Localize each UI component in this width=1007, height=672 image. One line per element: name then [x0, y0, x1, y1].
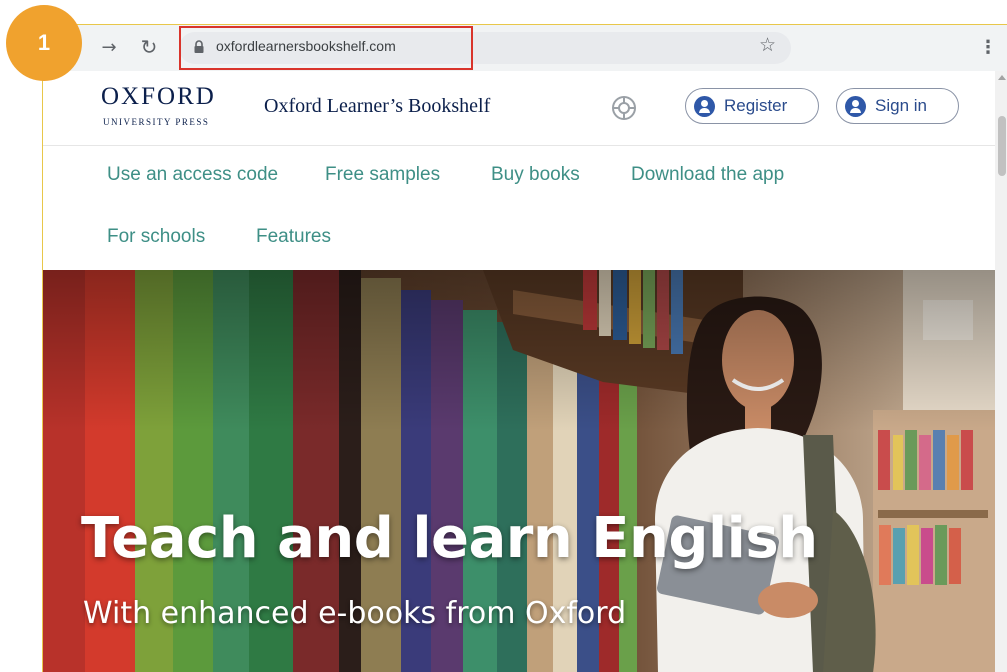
nav-buy-books[interactable]: Buy books — [491, 164, 580, 186]
web-page: OXFORD UNIVERSITY PRESS Oxford Learner’s… — [43, 71, 995, 672]
nav-features[interactable]: Features — [256, 226, 331, 248]
main-nav: Use an access code Free samples Buy book… — [43, 146, 995, 269]
site-title[interactable]: Oxford Learner’s Bookshelf — [264, 95, 490, 118]
step-badge: 1 — [6, 5, 82, 81]
browser-toolbar: → ↻ oxfordlearnersbookshelf.com ☆ ⋮ — [43, 25, 1007, 71]
scroll-up-arrow-icon[interactable] — [998, 75, 1006, 80]
oxford-logo-subtitle: UNIVERSITY PRESS — [103, 117, 210, 127]
nav-for-schools[interactable]: For schools — [107, 226, 205, 248]
back-arrow-icon[interactable]: → — [95, 33, 123, 61]
user-icon — [694, 95, 715, 117]
register-label: Register — [724, 96, 788, 115]
nav-free-samples[interactable]: Free samples — [325, 164, 440, 186]
hero-banner: Teach and learn English With enhanced e-… — [43, 270, 995, 672]
hero-title: Teach and learn English — [81, 506, 818, 571]
browser-window: → ↻ oxfordlearnersbookshelf.com ☆ ⋮ OXFO… — [42, 24, 1007, 672]
kebab-menu-icon[interactable]: ⋮ — [979, 37, 997, 58]
page-scrollbar[interactable] — [995, 71, 1007, 672]
oxford-logo[interactable]: OXFORD — [101, 83, 216, 111]
scroll-thumb[interactable] — [998, 116, 1006, 176]
reload-icon[interactable]: ↻ — [135, 33, 163, 61]
register-button[interactable]: Register — [685, 88, 819, 124]
user-icon — [845, 95, 866, 117]
nav-use-access-code[interactable]: Use an access code — [107, 164, 278, 186]
sign-in-button[interactable]: Sign in — [836, 88, 959, 124]
star-icon[interactable]: ☆ — [759, 34, 776, 56]
hero-subtitle: With enhanced e-books from Oxford — [83, 596, 627, 631]
url-highlight-box — [179, 26, 473, 70]
nav-download-app[interactable]: Download the app — [631, 164, 784, 186]
accessibility-icon[interactable] — [610, 94, 638, 122]
sign-in-label: Sign in — [875, 96, 927, 115]
site-header: OXFORD UNIVERSITY PRESS Oxford Learner’s… — [43, 71, 995, 146]
